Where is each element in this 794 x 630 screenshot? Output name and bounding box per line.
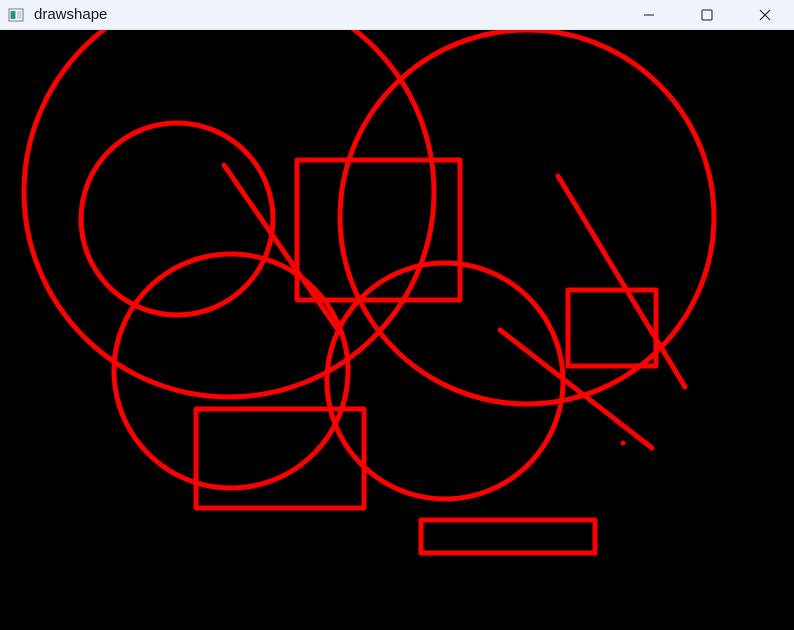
minimize-button[interactable] (620, 0, 678, 30)
title-bar[interactable]: drawshape (0, 0, 794, 30)
app-window-icon (8, 7, 24, 23)
window-title: drawshape (34, 6, 108, 23)
shape-point (620, 440, 626, 446)
drawing-canvas[interactable] (0, 30, 794, 630)
minimize-icon (644, 14, 654, 16)
shape-rect-right (565, 287, 659, 369)
shape-rect-lower-left (193, 406, 367, 511)
maximize-icon (701, 9, 713, 21)
shape-circle-small (78, 120, 276, 318)
shape-rect-bottom (418, 517, 598, 556)
app-window: drawshape (0, 0, 794, 630)
shape-circle-lower-left (111, 251, 351, 491)
maximize-button[interactable] (678, 0, 736, 30)
close-button[interactable] (736, 0, 794, 30)
shape-line-left (221, 162, 341, 333)
close-icon (759, 9, 771, 21)
shapes-layer (21, 30, 717, 556)
shape-line-diagonal (497, 327, 655, 451)
shape-line-right (555, 173, 688, 390)
window-controls (620, 0, 794, 30)
shape-circle-large-left (21, 30, 437, 400)
